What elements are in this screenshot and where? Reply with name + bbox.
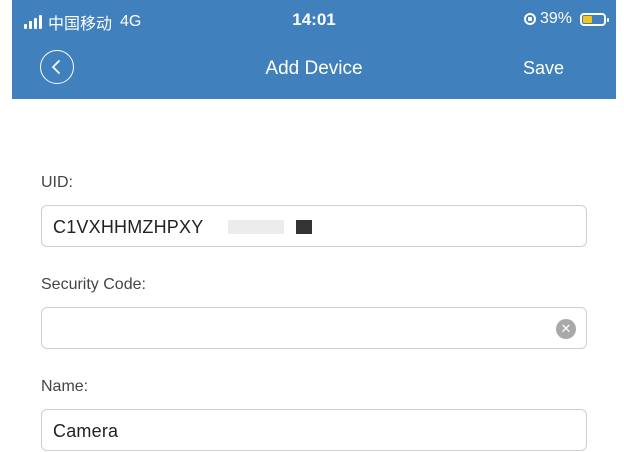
uid-field[interactable]: C1VXHHMZHPXY <box>41 205 587 247</box>
status-bar: 中国移动 4G 14:01 39% <box>12 0 616 38</box>
nav-bar: Add Device Save <box>12 38 616 99</box>
orientation-lock-icon <box>523 13 536 25</box>
security-code-field[interactable]: ✕ <box>41 307 587 349</box>
redacted-mark <box>296 220 312 234</box>
save-button[interactable]: Save <box>523 58 564 79</box>
redacted-region <box>228 220 284 234</box>
battery-percent: 39% <box>539 10 572 27</box>
name-label: Name: <box>41 378 89 395</box>
battery-icon <box>580 12 609 26</box>
battery-fill <box>583 15 592 23</box>
name-field[interactable]: Camera <box>41 409 587 451</box>
header: 中国移动 4G 14:01 39% Add Device Save <box>12 0 616 99</box>
uid-value: C1VXHHMZHPXY <box>53 217 204 237</box>
name-value: Camera <box>53 421 119 441</box>
status-right: 39% <box>523 10 609 28</box>
uid-label: UID: <box>41 174 73 191</box>
clear-icon[interactable]: ✕ <box>556 319 576 339</box>
security-code-label: Security Code: <box>41 276 146 293</box>
